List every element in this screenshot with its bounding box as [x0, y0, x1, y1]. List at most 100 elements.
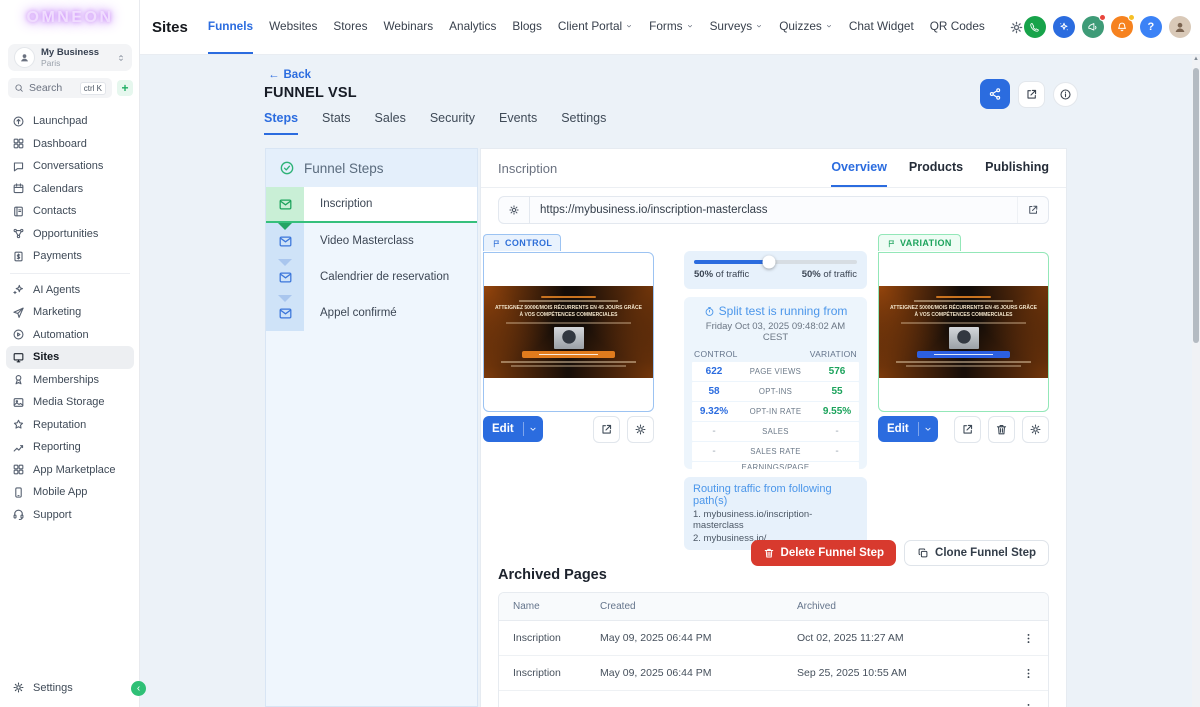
- sidebar-item-reputation[interactable]: Reputation: [6, 414, 134, 437]
- sidebar-item-opportunities[interactable]: Opportunities: [6, 223, 134, 246]
- variation-settings-button[interactable]: [1022, 415, 1049, 443]
- avatar[interactable]: [1168, 16, 1191, 38]
- quick-add-button[interactable]: +: [117, 80, 133, 96]
- tab-webinars[interactable]: Webinars: [384, 0, 434, 54]
- sidebar-item-launchpad[interactable]: Launchpad: [6, 110, 134, 133]
- tab-funnels[interactable]: Funnels: [207, 0, 254, 54]
- scrollbar-thumb[interactable]: [1193, 68, 1199, 343]
- tab-publishing[interactable]: Publishing: [985, 149, 1049, 187]
- sidebar-item-app-marketplace[interactable]: App Marketplace: [6, 459, 134, 482]
- chevron-down-icon[interactable]: [919, 424, 938, 434]
- tab-stats[interactable]: Stats: [322, 111, 351, 135]
- preview-photo: [948, 326, 979, 349]
- sidebar-item-support[interactable]: Support: [6, 504, 134, 527]
- delete-funnel-step-button[interactable]: Delete Funnel Step: [750, 540, 897, 566]
- row-menu-kebab-icon[interactable]: [1008, 702, 1048, 707]
- sidebar-item-reporting[interactable]: Reporting: [6, 436, 134, 459]
- edit-variation-button[interactable]: Edit: [878, 416, 938, 442]
- phone-icon[interactable]: [1023, 16, 1046, 38]
- sidebar-item-sites[interactable]: Sites: [6, 346, 134, 369]
- clone-funnel-step-button[interactable]: Clone Funnel Step: [904, 540, 1049, 566]
- row-menu-kebab-icon[interactable]: [1008, 667, 1048, 680]
- tab-blogs[interactable]: Blogs: [512, 0, 542, 54]
- ribbon-icon: [12, 373, 25, 386]
- topbar: Sites Funnels Websites Stores Webinars A…: [140, 0, 1200, 55]
- sidebar-item-marketing[interactable]: Marketing: [6, 301, 134, 324]
- arrow-left-icon: ←: [268, 69, 280, 81]
- table-header: Name Created Archived: [499, 593, 1048, 621]
- funnel-step-appel-confirme[interactable]: Appel confirmé: [266, 295, 477, 331]
- sidebar-item-automation[interactable]: Automation: [6, 324, 134, 347]
- tab-client-portal[interactable]: Client Portal: [558, 0, 633, 54]
- sidebar-item-memberships[interactable]: Memberships: [6, 369, 134, 392]
- tab-analytics[interactable]: Analytics: [449, 0, 496, 54]
- tab-steps[interactable]: Steps: [264, 111, 299, 135]
- sidebar-item-dashboard[interactable]: Dashboard: [6, 133, 134, 156]
- tab-qr-codes[interactable]: QR Codes: [930, 0, 985, 54]
- megaphone-icon[interactable]: [1081, 14, 1106, 38]
- traffic-slider[interactable]: [694, 255, 857, 269]
- control-settings-button[interactable]: [627, 415, 654, 443]
- tab-sales[interactable]: Sales: [375, 111, 406, 135]
- tab-websites[interactable]: Websites: [269, 0, 317, 54]
- tab-quizzes[interactable]: Quizzes: [779, 0, 833, 54]
- back-link[interactable]: ← Back: [268, 69, 311, 81]
- url-settings-gear-icon[interactable]: [499, 197, 530, 223]
- sidebar-item-mobile-app[interactable]: Mobile App: [6, 481, 134, 504]
- dashboard-icon: [12, 137, 25, 150]
- preview-control-button[interactable]: [593, 415, 620, 443]
- edit-control-button[interactable]: Edit: [483, 416, 543, 442]
- chevron-down-icon[interactable]: [524, 424, 543, 434]
- sidebar-item-settings[interactable]: Settings: [12, 681, 73, 694]
- calendar-icon: [12, 182, 25, 195]
- preview-variation-button[interactable]: [954, 415, 981, 443]
- funnel-step-video-masterclass[interactable]: Video Masterclass: [266, 223, 477, 259]
- tab-security[interactable]: Security: [430, 111, 475, 135]
- table-row-partial: [499, 691, 1048, 707]
- copy-icon: [917, 547, 929, 559]
- tab-chat-widget[interactable]: Chat Widget: [849, 0, 914, 54]
- stat-row-opt-ins: 58 OPT-INS 55: [692, 382, 859, 401]
- business-switcher[interactable]: My Business Paris: [8, 44, 132, 71]
- tab-surveys[interactable]: Surveys: [710, 0, 764, 54]
- app-window: OMNEON My Business Paris Search ctrl K +…: [0, 0, 1200, 707]
- tab-overview[interactable]: Overview: [831, 149, 887, 187]
- funnel-step-inscription[interactable]: Inscription: [266, 187, 477, 223]
- tab-products[interactable]: Products: [909, 149, 963, 187]
- tab-forms[interactable]: Forms: [649, 0, 693, 54]
- sidebar-item-payments[interactable]: Payments: [6, 245, 134, 268]
- open-url-external-icon[interactable]: [1017, 197, 1048, 223]
- sidebar-item-calendars[interactable]: Calendars: [6, 178, 134, 201]
- scroll-up-icon[interactable]: ▲: [1192, 56, 1200, 62]
- sidebar-item-media-storage[interactable]: Media Storage: [6, 391, 134, 414]
- variation-page-preview[interactable]: ATTEIGNEZ 5000€/MOIS RÉCURRENTS EN 45 JO…: [878, 251, 1049, 412]
- share-button[interactable]: [980, 79, 1010, 109]
- control-page-preview[interactable]: ATTEIGNEZ 5000€/MOIS RÉCURRENTS EN 45 JO…: [483, 251, 654, 412]
- sidebar-item-contacts[interactable]: Contacts: [6, 200, 134, 223]
- delete-variation-button[interactable]: [988, 415, 1015, 443]
- scrollbar[interactable]: ▲: [1192, 55, 1200, 707]
- search-input[interactable]: Search ctrl K: [8, 78, 112, 98]
- sites-settings-gear-icon[interactable]: [1009, 20, 1024, 35]
- tab-funnel-settings[interactable]: Settings: [561, 111, 606, 135]
- notification-dot: [1098, 14, 1106, 21]
- tab-events[interactable]: Events: [499, 111, 537, 135]
- business-avatar-icon: [14, 47, 35, 68]
- row-menu-kebab-icon[interactable]: [1008, 632, 1048, 645]
- tab-stores[interactable]: Stores: [333, 0, 367, 54]
- open-external-button[interactable]: [1018, 80, 1045, 108]
- sparkle-icon[interactable]: [1052, 16, 1075, 38]
- funnel-step-calendrier[interactable]: Calendrier de reservation: [266, 259, 477, 295]
- chevron-down-icon: [825, 22, 833, 30]
- contacts-icon: [12, 205, 25, 218]
- sidebar-item-conversations[interactable]: Conversations: [6, 155, 134, 178]
- sidebar-collapse-button[interactable]: ‹: [131, 681, 146, 696]
- info-button[interactable]: [1053, 81, 1078, 107]
- slider-handle[interactable]: [762, 255, 776, 269]
- page-thumbnail: ATTEIGNEZ 5000€/MOIS RÉCURRENTS EN 45 JO…: [879, 286, 1048, 378]
- sidebar-item-ai-agents[interactable]: AI Agents: [6, 279, 134, 302]
- plus-icon: +: [121, 81, 129, 95]
- bell-icon[interactable]: [1110, 14, 1135, 38]
- step-detail-tabs: Overview Products Publishing: [831, 149, 1049, 187]
- help-icon[interactable]: ?: [1139, 16, 1162, 38]
